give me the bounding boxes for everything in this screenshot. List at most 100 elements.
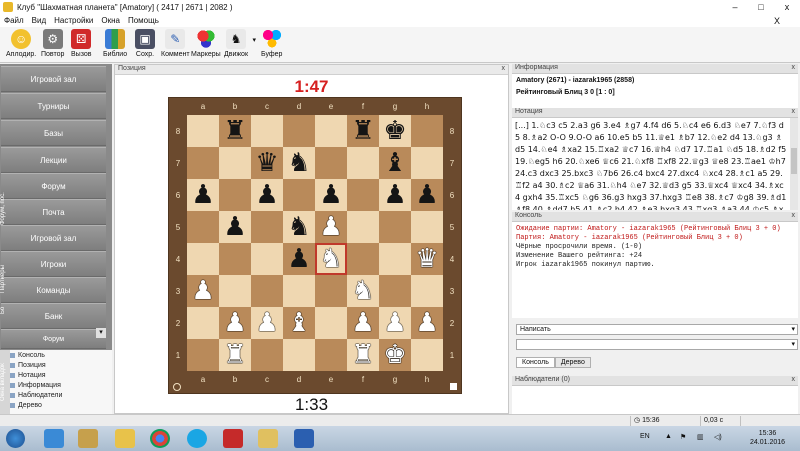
square-f7[interactable] <box>347 147 379 179</box>
console-panel-close-button[interactable]: x <box>792 212 796 219</box>
black-p-piece-icon[interactable]: ♟ <box>415 182 438 208</box>
notation-text[interactable]: [...] 1.♘c3 c5 2.a3 g6 3.e4 ♗g7 4.f4 d6 … <box>512 118 790 210</box>
list-item[interactable]: Наблюдатели <box>10 392 62 399</box>
sidebar-item-teams[interactable]: Команды <box>1 277 106 303</box>
black-p-piece-icon[interactable]: ♟ <box>383 182 406 208</box>
white-k-piece-icon[interactable]: ♚ <box>383 342 406 368</box>
taskbar-clock[interactable]: 15:36 24.01.2016 <box>750 429 785 447</box>
black-n-piece-icon[interactable]: ♞ <box>287 214 310 240</box>
square-g3[interactable] <box>379 275 411 307</box>
square-a5[interactable] <box>187 211 219 243</box>
square-a8[interactable] <box>187 115 219 147</box>
square-e3[interactable] <box>315 275 347 307</box>
chevron-down-icon[interactable]: ▾ <box>791 340 795 348</box>
square-c3[interactable] <box>251 275 283 307</box>
black-q-piece-icon[interactable]: ♛ <box>255 150 278 176</box>
square-g8[interactable]: ♚ <box>379 115 411 147</box>
white-r-piece-icon[interactable]: ♜ <box>351 342 374 368</box>
black-r-piece-icon[interactable]: ♜ <box>223 118 246 144</box>
list-item[interactable]: Дерево <box>10 402 42 409</box>
black-p-piece-icon[interactable]: ♟ <box>287 246 310 272</box>
clipboard-button[interactable]: Буфер <box>261 29 282 58</box>
close-document-button[interactable]: X <box>774 16 780 26</box>
square-h6[interactable]: ♟ <box>411 179 443 211</box>
write-target-select[interactable]: Написать ▾ <box>516 324 798 335</box>
white-p-piece-icon[interactable]: ♟ <box>351 310 374 336</box>
chess-planet-icon[interactable] <box>223 429 243 448</box>
list-item[interactable]: Информация <box>10 382 61 389</box>
square-c6[interactable]: ♟ <box>251 179 283 211</box>
square-h4[interactable]: ♛ <box>411 243 443 275</box>
square-h2[interactable]: ♟ <box>411 307 443 339</box>
volume-icon[interactable]: ◁) <box>714 433 722 441</box>
sidebar-item-lectures[interactable]: Лекции <box>1 147 106 173</box>
white-n-piece-icon[interactable]: ♞ <box>319 246 342 272</box>
minimize-button[interactable]: – <box>722 2 748 12</box>
square-c7[interactable]: ♛ <box>251 147 283 179</box>
applaud-button[interactable]: ☺ Аплодир. <box>6 29 36 58</box>
square-c5[interactable] <box>251 211 283 243</box>
white-r-piece-icon[interactable]: ♜ <box>223 342 246 368</box>
square-b5[interactable]: ♟ <box>219 211 251 243</box>
flag-icon[interactable]: ⚑ <box>680 433 686 441</box>
sidebar-item-game-hall[interactable]: Игровой зал <box>1 66 106 92</box>
tray-arrow-icon[interactable]: ▲ <box>665 433 672 440</box>
square-e5[interactable]: ♟ <box>315 211 347 243</box>
chevron-down-icon[interactable]: ▾ <box>253 36 257 44</box>
language-indicator[interactable]: EN <box>640 433 650 440</box>
board-panel-close-button[interactable]: x <box>502 65 506 72</box>
square-d6[interactable] <box>283 179 315 211</box>
black-p-piece-icon[interactable]: ♟ <box>319 182 342 208</box>
markers-button[interactable]: Маркеры <box>191 29 221 58</box>
white-q-piece-icon[interactable]: ♛ <box>415 246 438 272</box>
square-a6[interactable]: ♟ <box>187 179 219 211</box>
square-a2[interactable] <box>187 307 219 339</box>
square-g5[interactable] <box>379 211 411 243</box>
square-f1[interactable]: ♜ <box>347 339 379 371</box>
square-e2[interactable] <box>315 307 347 339</box>
square-c2[interactable]: ♟ <box>251 307 283 339</box>
sidebar-item-forum-partial[interactable]: Форум <box>1 329 106 349</box>
notation-scrollbar[interactable] <box>790 118 798 210</box>
square-e4[interactable]: ♞ <box>315 243 347 275</box>
white-p-piece-icon[interactable]: ♟ <box>191 278 214 304</box>
sidebar-item-bases[interactable]: Базы <box>1 120 106 146</box>
square-b6[interactable] <box>219 179 251 211</box>
sidebar-scroll-button[interactable]: ▾ <box>96 328 106 338</box>
menu-windows[interactable]: Окна <box>97 16 124 25</box>
console-input[interactable]: ▾ <box>516 339 798 350</box>
chess-club-icon[interactable] <box>258 429 278 448</box>
square-h8[interactable] <box>411 115 443 147</box>
square-d1[interactable] <box>283 339 315 371</box>
sidebar-item-forum[interactable]: Форум <box>1 173 106 199</box>
menu-help[interactable]: Помощь <box>124 16 163 25</box>
paint-icon[interactable] <box>78 429 98 448</box>
skype-icon[interactable] <box>187 429 207 448</box>
library-button[interactable]: Библио <box>103 29 127 58</box>
white-p-piece-icon[interactable]: ♟ <box>319 214 342 240</box>
menu-settings[interactable]: Настройки <box>50 16 97 25</box>
square-b4[interactable] <box>219 243 251 275</box>
square-f8[interactable]: ♜ <box>347 115 379 147</box>
comment-button[interactable]: ✎ Коммент <box>161 29 190 58</box>
chess-board[interactable]: ♜ ♜ ♚ ♛ ♞ ♝ ♟ ♟ ♟ ♟ ♟ ♟ ♞ ♟ ♟ ♞ ♛ ♟ ♞ ♟ ♟ ♝ ♟ ♟ ♟ ♜ ♜ ♚ <box>187 115 443 371</box>
sidebar-item-game-hall-2[interactable]: Игровой зал <box>1 225 106 251</box>
repeat-button[interactable]: ⚙ Повтор <box>41 29 64 58</box>
sidebar-vtab-forum[interactable]: Форум, пос. <box>0 184 10 234</box>
sidebar-item-players[interactable]: Игроки <box>1 251 106 277</box>
square-d5[interactable]: ♞ <box>283 211 315 243</box>
white-p-piece-icon[interactable]: ♟ <box>255 310 278 336</box>
tab-tree[interactable]: Дерево <box>554 357 591 368</box>
square-d7[interactable]: ♞ <box>283 147 315 179</box>
square-b3[interactable] <box>219 275 251 307</box>
sidebar-item-tournaments[interactable]: Турниры <box>1 93 106 119</box>
black-p-piece-icon[interactable]: ♟ <box>255 182 278 208</box>
square-f2[interactable]: ♟ <box>347 307 379 339</box>
square-b7[interactable] <box>219 147 251 179</box>
square-e7[interactable] <box>315 147 347 179</box>
square-c4[interactable] <box>251 243 283 275</box>
square-b1[interactable]: ♜ <box>219 339 251 371</box>
maximize-button[interactable]: □ <box>748 2 774 12</box>
white-n-piece-icon[interactable]: ♞ <box>351 278 374 304</box>
square-f5[interactable] <box>347 211 379 243</box>
